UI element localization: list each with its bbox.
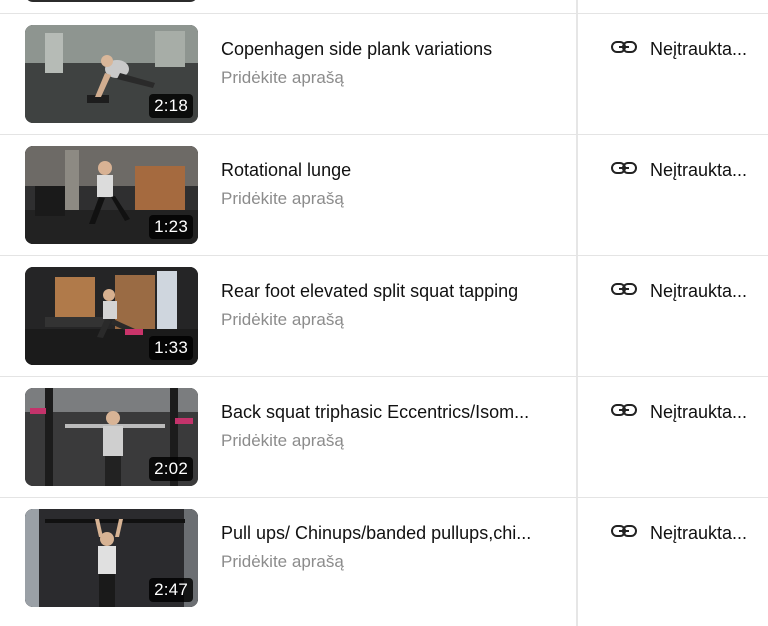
video-row[interactable]: 1:33 Rear foot elevated split squat tapp…	[0, 255, 768, 377]
duration-badge: 2:47	[149, 578, 193, 602]
link-icon	[611, 41, 637, 53]
video-row[interactable]: 2:47 Pull ups/ Chinups/banded pullups,ch…	[0, 497, 768, 619]
video-thumbnail[interactable]: 1:23	[25, 146, 198, 244]
visibility-status[interactable]: Neįtraukta...	[650, 522, 750, 544]
link-icon	[611, 404, 637, 416]
video-thumbnail[interactable]: 2:47	[25, 509, 198, 607]
visibility-status[interactable]: Neįtraukta...	[650, 280, 750, 302]
video-row[interactable]: 2:02 Back squat triphasic Eccentrics/Iso…	[0, 376, 768, 498]
video-title[interactable]: Back squat triphasic Eccentrics/Isom...	[221, 401, 551, 423]
add-description-link[interactable]: Pridėkite aprašą	[221, 551, 344, 573]
previous-video-thumbnail-edge[interactable]	[25, 0, 198, 2]
add-description-link[interactable]: Pridėkite aprašą	[221, 188, 344, 210]
add-description-link[interactable]: Pridėkite aprašą	[221, 67, 344, 89]
visibility-status[interactable]: Neįtraukta...	[650, 38, 750, 60]
video-thumbnail[interactable]: 2:18	[25, 25, 198, 123]
link-icon	[611, 162, 637, 174]
visibility-status[interactable]: Neįtraukta...	[650, 401, 750, 423]
video-thumbnail[interactable]: 2:02	[25, 388, 198, 486]
visibility-status[interactable]: Neįtraukta...	[650, 159, 750, 181]
video-title[interactable]: Copenhagen side plank variations	[221, 38, 551, 60]
duration-badge: 1:23	[149, 215, 193, 239]
duration-badge: 2:02	[149, 457, 193, 481]
add-description-link[interactable]: Pridėkite aprašą	[221, 430, 344, 452]
video-list-page: 2:18 Copenhagen side plank variations Pr…	[0, 0, 768, 626]
duration-badge: 2:18	[149, 94, 193, 118]
video-row[interactable]: 2:18 Copenhagen side plank variations Pr…	[0, 13, 768, 135]
link-icon	[611, 283, 637, 295]
video-title[interactable]: Pull ups/ Chinups/banded pullups,chi...	[221, 522, 551, 544]
video-row[interactable]: 1:23 Rotational lunge Pridėkite aprašą N…	[0, 134, 768, 256]
add-description-link[interactable]: Pridėkite aprašą	[221, 309, 344, 331]
duration-badge: 1:33	[149, 336, 193, 360]
video-thumbnail[interactable]: 1:33	[25, 267, 198, 365]
video-title[interactable]: Rotational lunge	[221, 159, 551, 181]
video-title[interactable]: Rear foot elevated split squat tapping	[221, 280, 551, 302]
link-icon	[611, 525, 637, 537]
